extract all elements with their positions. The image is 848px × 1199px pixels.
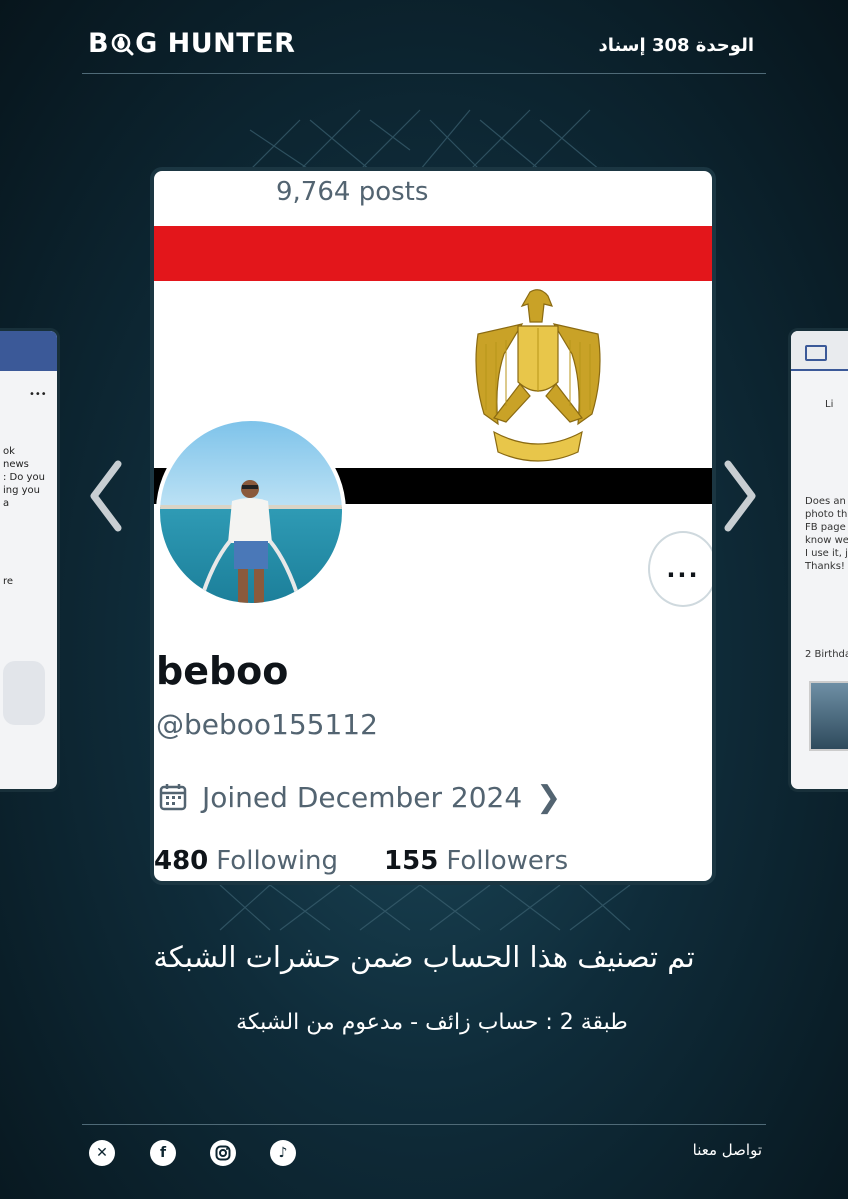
previous-card-line: ing you [3, 485, 41, 496]
instagram-icon[interactable] [210, 1140, 236, 1166]
profile-card: 9,764 posts ... beboo @beboo155112 Joine… [150, 167, 716, 885]
logo-text-prefix: B [88, 28, 110, 59]
next-card-line: photo th [805, 509, 848, 520]
display-name: beboo [156, 649, 289, 693]
next-card[interactable]: Li Does an photo th FB page know we I us… [788, 328, 848, 792]
next-card-line: I use it, j [805, 548, 848, 559]
followers-label[interactable]: Followers [446, 846, 568, 876]
classification-subtitle: طبقة 2 : حساب زائف - مدعوم من الشبكة [236, 1010, 628, 1035]
previous-card-line: ok [3, 446, 15, 457]
birthday-label: 2 Birthda [805, 649, 848, 660]
previous-card-footer: re [3, 576, 14, 587]
previous-arrow-icon[interactable] [86, 458, 126, 534]
logo-text-suffix: G HUNTER [135, 28, 296, 59]
bug-hunter-logo: B G HUNTER [88, 28, 295, 59]
more-icon: ••• [29, 389, 47, 400]
footer-divider [82, 1124, 766, 1125]
flag-red-stripe [154, 226, 712, 281]
following-count[interactable]: 480 [154, 846, 208, 876]
next-card-line: know we [805, 535, 848, 546]
facebook-icon[interactable]: f [150, 1140, 176, 1166]
more-options-button[interactable]: ... [648, 531, 712, 607]
header: B G HUNTER الوحدة 308 إسناد [82, 26, 766, 74]
chevron-right-icon: ❯ [536, 779, 562, 815]
previous-card-line: : Do you [3, 472, 45, 483]
follow-stats: 480 Following 155 Followers [154, 846, 568, 876]
previous-card[interactable]: ••• ok news : Do you ing you a re [0, 328, 60, 792]
next-card-line: Thanks! [805, 561, 845, 572]
previous-card-line: news [3, 459, 29, 470]
posts-count: 9,764 posts [276, 177, 429, 207]
unit-label: الوحدة 308 إسناد [598, 35, 754, 56]
previous-card-line: a [3, 498, 10, 509]
calendar-icon [159, 784, 187, 811]
browser-icon [805, 345, 827, 361]
next-card-line: FB page [805, 522, 846, 533]
classification-title: تم تصنيف هذا الحساب ضمن حشرات الشبكة [153, 940, 695, 974]
avatar[interactable] [156, 417, 346, 607]
joined-date-row[interactable]: Joined December 2024 ❯ [158, 779, 561, 815]
like-label: Li [825, 399, 834, 410]
joined-date-label: Joined December 2024 [202, 780, 523, 814]
followers-count[interactable]: 155 [384, 846, 438, 876]
next-arrow-icon[interactable] [720, 458, 760, 534]
x-icon[interactable]: ✕ [89, 1140, 115, 1166]
birthday-thumbnail [809, 681, 848, 751]
header-divider [82, 73, 766, 74]
next-card-line: Does an [805, 496, 846, 507]
following-label[interactable]: Following [216, 846, 338, 876]
previous-card-header [0, 331, 57, 371]
eagle-emblem-icon [475, 289, 601, 462]
contact-us-label: تواصل معنا [692, 1141, 762, 1159]
bug-icon [111, 33, 134, 55]
avatar-photo [160, 421, 342, 603]
tiktok-icon[interactable]: ♪ [270, 1140, 296, 1166]
previous-card-box [3, 661, 45, 725]
instagram-glyph [215, 1145, 231, 1161]
user-handle: @beboo155112 [156, 708, 378, 741]
